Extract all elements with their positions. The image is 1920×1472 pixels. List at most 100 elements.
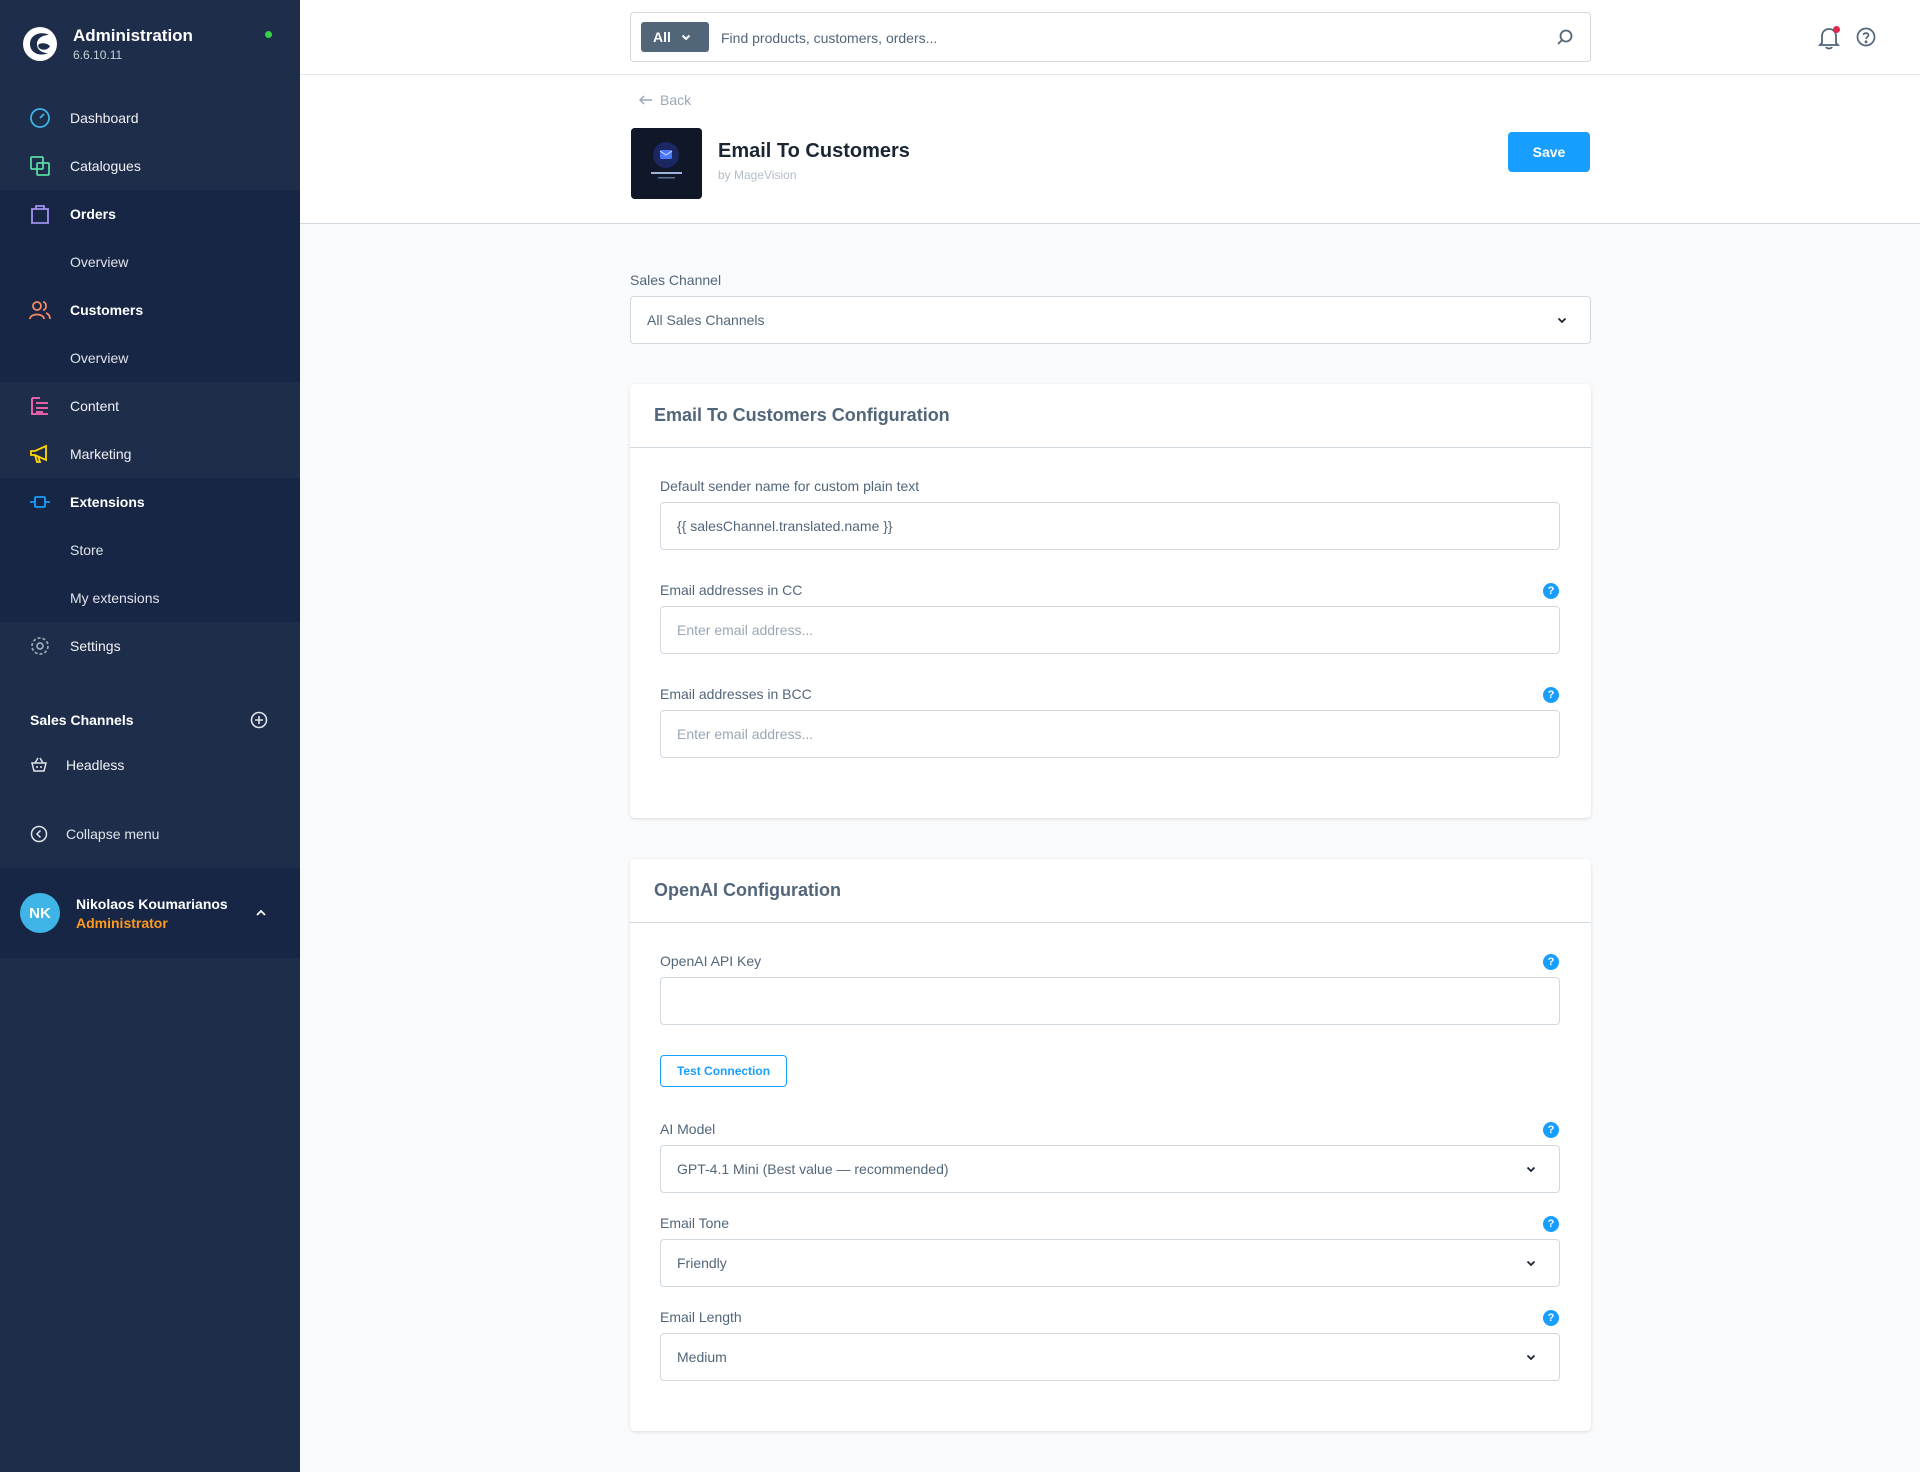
- plug-icon: [28, 490, 52, 514]
- sidebar: Administration 6.6.10.11 Dashboard Catal…: [0, 0, 300, 1472]
- help-icon[interactable]: [1856, 27, 1876, 47]
- sidebar-item-label: Dashboard: [70, 110, 139, 126]
- card-title: Email To Customers Configuration: [630, 384, 1591, 448]
- email-config-card: Email To Customers Configuration Default…: [630, 384, 1591, 818]
- email-tone-label: Email Tone: [660, 1215, 730, 1231]
- card-title: OpenAI Configuration: [630, 859, 1591, 923]
- sidebar-item-label: Customers: [70, 302, 144, 318]
- test-connection-button[interactable]: Test Connection: [660, 1055, 787, 1087]
- dashboard-icon: [28, 106, 52, 130]
- back-link[interactable]: Back: [639, 92, 691, 108]
- chevron-down-icon: [1557, 317, 1567, 324]
- extension-thumbnail: [631, 128, 702, 199]
- chevron-down-icon: [681, 34, 691, 41]
- search-input[interactable]: [721, 26, 1541, 50]
- catalogues-icon: [28, 154, 52, 178]
- user-menu[interactable]: NK Nikolaos Koumarianos Administrator: [0, 868, 300, 958]
- orders-icon: [28, 202, 52, 226]
- email-length-select[interactable]: Medium: [660, 1333, 1560, 1381]
- search-type-dropdown[interactable]: All: [641, 22, 709, 52]
- api-key-input[interactable]: [660, 977, 1560, 1025]
- help-icon[interactable]: ?: [1543, 687, 1559, 703]
- help-icon[interactable]: ?: [1543, 1310, 1559, 1326]
- sales-channel-select[interactable]: All Sales Channels: [630, 296, 1591, 344]
- status-dot: [265, 31, 272, 38]
- extension-author: by MageVision: [718, 168, 797, 182]
- email-tone-select[interactable]: Friendly: [660, 1239, 1560, 1287]
- help-icon[interactable]: ?: [1543, 954, 1559, 970]
- sidebar-item-label: Orders: [70, 206, 116, 222]
- chevron-up-icon[interactable]: [254, 906, 268, 920]
- add-circle-icon[interactable]: [250, 711, 268, 729]
- chevron-down-icon: [1526, 1260, 1536, 1267]
- sales-channels-header: Sales Channels: [0, 696, 300, 744]
- customers-icon: [28, 298, 52, 322]
- save-button[interactable]: Save: [1508, 132, 1590, 172]
- sidebar-subitem-store[interactable]: Store: [0, 526, 300, 574]
- bcc-input[interactable]: Enter email address...: [660, 710, 1560, 758]
- sidebar-item-orders[interactable]: Orders: [0, 190, 300, 238]
- sidebar-subitem-my-extensions[interactable]: My extensions: [0, 574, 300, 622]
- sidebar-subitem-customers-overview[interactable]: Overview: [0, 334, 300, 382]
- bcc-label: Email addresses in BCC: [660, 686, 812, 702]
- megaphone-icon: [28, 442, 52, 466]
- basket-icon: [31, 757, 47, 772]
- sidebar-item-marketing[interactable]: Marketing: [0, 430, 300, 478]
- user-role: Administrator: [76, 914, 168, 931]
- help-icon[interactable]: ?: [1543, 583, 1559, 599]
- sales-channels-title: Sales Channels: [30, 712, 134, 728]
- openai-config-card: OpenAI Configuration OpenAI API Key ? Te…: [630, 859, 1591, 1431]
- sales-channel-label: Sales Channel: [630, 272, 722, 288]
- brand[interactable]: Administration 6.6.10.11: [0, 0, 300, 88]
- search-type-label: All: [653, 29, 671, 45]
- sales-channel-label: Headless: [66, 757, 125, 773]
- sidebar-item-extensions[interactable]: Extensions: [0, 478, 300, 526]
- search-icon[interactable]: [1556, 28, 1574, 46]
- arrow-left-icon: [639, 95, 652, 105]
- page-header: Back Email To Customers by MageVision Sa…: [300, 75, 1920, 224]
- content-icon: [28, 394, 52, 418]
- ai-model-label: AI Model: [660, 1121, 716, 1137]
- help-icon[interactable]: ?: [1543, 1122, 1559, 1138]
- help-icon[interactable]: ?: [1543, 1216, 1559, 1232]
- email-length-label: Email Length: [660, 1309, 742, 1325]
- cc-input[interactable]: Enter email address...: [660, 606, 1560, 654]
- sender-name-label: Default sender name for custom plain tex…: [660, 478, 920, 494]
- collapse-menu-label: Collapse menu: [66, 826, 160, 842]
- sidebar-item-content[interactable]: Content: [0, 382, 300, 430]
- notification-badge: [1833, 26, 1840, 33]
- user-name: Nikolaos Koumarianos: [76, 895, 228, 912]
- ai-model-value: GPT-4.1 Mini (Best value — recommended): [677, 1161, 949, 1177]
- sidebar-item-dashboard[interactable]: Dashboard: [0, 94, 300, 142]
- ai-model-select[interactable]: GPT-4.1 Mini (Best value — recommended): [660, 1145, 1560, 1193]
- shopware-logo-icon: [23, 27, 57, 61]
- sales-channel-headless[interactable]: Headless: [0, 744, 300, 786]
- chevron-down-icon: [1526, 1354, 1536, 1361]
- collapse-menu-button[interactable]: Collapse menu: [0, 810, 300, 858]
- sidebar-item-label: Settings: [70, 638, 121, 654]
- chevron-down-icon: [1526, 1166, 1536, 1173]
- cc-label: Email addresses in CC: [660, 582, 803, 598]
- sidebar-item-label: Content: [70, 398, 120, 414]
- sales-channel-value: All Sales Channels: [647, 312, 765, 328]
- app-version: 6.6.10.11: [73, 48, 123, 62]
- global-search: All: [630, 12, 1591, 62]
- app-title: Administration: [73, 26, 193, 45]
- chevron-left-circle-icon: [30, 825, 48, 843]
- sidebar-subitem-orders-overview[interactable]: Overview: [0, 238, 300, 286]
- sidebar-item-label: Catalogues: [70, 158, 141, 174]
- sidebar-item-settings[interactable]: Settings: [0, 622, 300, 670]
- api-key-label: OpenAI API Key: [660, 953, 762, 969]
- top-bar: All: [300, 0, 1920, 75]
- avatar: NK: [20, 893, 60, 933]
- gear-icon: [28, 634, 52, 658]
- sender-name-input[interactable]: {{ salesChannel.translated.name }}: [660, 502, 1560, 550]
- back-label: Back: [660, 92, 692, 108]
- sidebar-item-customers[interactable]: Customers: [0, 286, 300, 334]
- sidebar-item-label: Marketing: [70, 446, 132, 462]
- page-title: Email To Customers: [718, 140, 910, 162]
- email-tone-value: Friendly: [677, 1255, 727, 1271]
- sidebar-item-catalogues[interactable]: Catalogues: [0, 142, 300, 190]
- sidebar-item-label: Extensions: [70, 494, 145, 510]
- email-length-value: Medium: [677, 1349, 727, 1365]
